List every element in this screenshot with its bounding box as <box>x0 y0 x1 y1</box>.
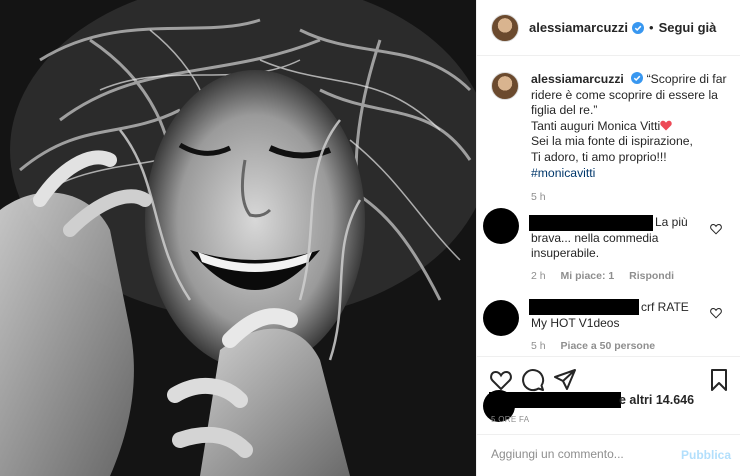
comment-meta: 5 h Piace a 50 persone <box>531 340 667 352</box>
black-and-white-portrait-image <box>0 0 476 476</box>
caption-wishes: Tanti auguri Monica Vitti <box>531 118 661 133</box>
comment-bubble-icon[interactable] <box>521 368 545 392</box>
post-caption: alessiamarcuzzi “Scoprire di far ridere … <box>491 72 731 206</box>
likes-count[interactable]: e altri 14.646 <box>619 393 694 407</box>
publish-button[interactable]: Pubblica <box>681 448 731 462</box>
save-bookmark-icon[interactable] <box>707 368 731 392</box>
caption-inspiration: Sei la mia fonte di ispirazione, <box>531 134 693 149</box>
comment-meta: 2 h Mi piace: 1 Rispondi <box>531 270 686 282</box>
comment-timestamp: 5 h <box>531 340 546 352</box>
author-avatar[interactable] <box>491 13 519 42</box>
verified-badge-icon <box>631 72 644 84</box>
hashtag-link[interactable]: #monicavitti <box>531 166 595 180</box>
comment-avatar-redacted[interactable] <box>483 208 519 244</box>
caption-love: Ti adoro, ti amo proprio!!! <box>531 149 667 164</box>
reply-button[interactable]: Rispondi <box>629 270 674 282</box>
comment-text: La più brava... nella commedia insuperab… <box>531 215 688 261</box>
caption-username[interactable]: alessiamarcuzzi <box>531 72 624 86</box>
following-button[interactable]: Segui già <box>659 20 717 35</box>
verified-badge-icon <box>632 21 645 34</box>
caption-timestamp: 5 h <box>531 191 546 204</box>
like-comment-heart-icon[interactable] <box>710 223 722 235</box>
red-heart-emoji-icon <box>660 120 672 131</box>
post-header: alessiamarcuzzi • Segui già <box>477 0 740 56</box>
share-paper-plane-icon[interactable] <box>553 368 577 392</box>
add-comment-section: Pubblica <box>477 434 740 476</box>
comment-text: crf RATE My HOT V1deos <box>531 300 689 330</box>
post-photo[interactable] <box>0 0 476 476</box>
author-username[interactable]: alessiamarcuzzi <box>529 20 628 35</box>
like-comment-heart-icon[interactable] <box>710 307 722 319</box>
comment-avatar-redacted[interactable] <box>483 300 519 336</box>
post-side-panel: alessiamarcuzzi • Segui già alessiamarcu… <box>476 0 740 476</box>
add-comment-input[interactable] <box>491 447 671 461</box>
comment-timestamp: 2 h <box>531 270 546 282</box>
like-heart-icon[interactable] <box>489 368 513 392</box>
comment-like-count[interactable]: Mi piace: 1 <box>561 270 615 282</box>
separator-dot: • <box>649 20 654 35</box>
comment-like-count[interactable]: Piace a 50 persone <box>561 340 656 352</box>
caption-avatar[interactable] <box>491 72 519 100</box>
post-date: 5 ORE FA <box>491 415 530 424</box>
